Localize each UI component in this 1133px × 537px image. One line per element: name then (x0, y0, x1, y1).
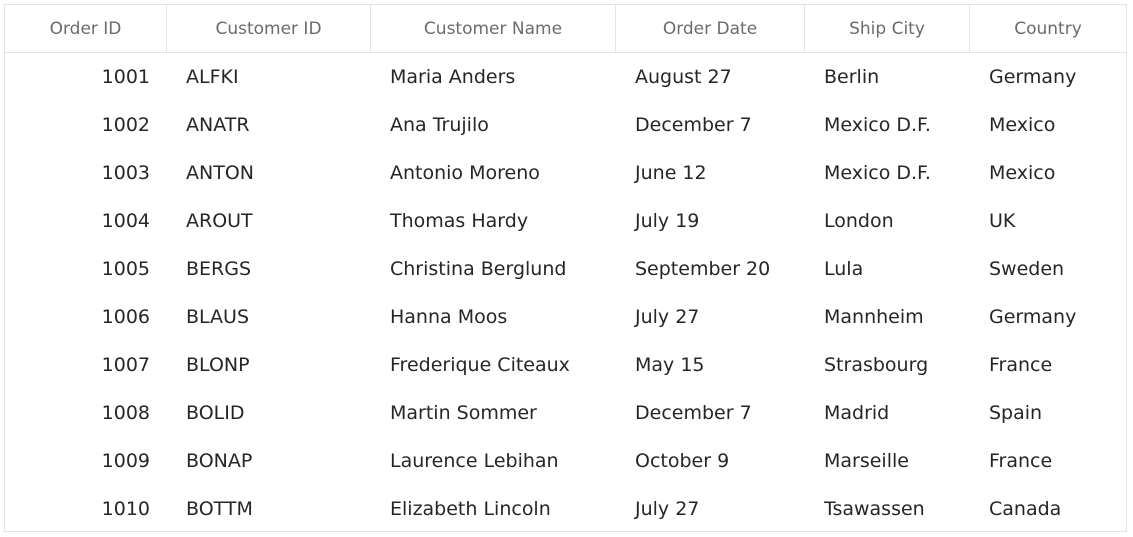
table-row[interactable]: 1006 BLAUS Hanna Moos July 27 Mannheim German… (5, 293, 1126, 341)
ship-city-cell[interactable]: London (805, 210, 970, 232)
table-row[interactable]: 1008 BOLID Martin Sommer December 7 Madrid Sp… (5, 389, 1126, 437)
ship-city-cell[interactable]: Tsawassen (805, 498, 970, 520)
country-cell[interactable]: UK (970, 210, 1126, 232)
order-id-cell[interactable]: 1007 (5, 354, 167, 376)
table-row[interactable]: 1005 BERGS Christina Berglund September 20 L… (5, 245, 1126, 293)
customer-id-cell[interactable]: BOLID (167, 402, 371, 424)
column-header-customer-name[interactable]: Customer Name (371, 5, 616, 52)
customer-name-cell[interactable]: Thomas Hardy (371, 210, 616, 232)
order-date-cell[interactable]: October 9 (616, 450, 805, 472)
order-id-cell[interactable]: 1009 (5, 450, 167, 472)
table-row[interactable]: 1003 ANTON Antonio Moreno June 12 Mexico D.F… (5, 149, 1126, 197)
customer-id-cell[interactable]: AROUT (167, 210, 371, 232)
order-date-cell[interactable]: September 20 (616, 258, 805, 280)
customer-name-cell[interactable]: Antonio Moreno (371, 162, 616, 184)
table-row[interactable]: 1007 BLONP Frederique Citeaux May 15 Strasbo… (5, 341, 1126, 389)
country-cell[interactable]: Germany (970, 306, 1126, 328)
order-id-cell[interactable]: 1001 (5, 66, 167, 88)
ship-city-cell[interactable]: Lula (805, 258, 970, 280)
customer-id-cell[interactable]: BOTTM (167, 498, 371, 520)
table-row[interactable]: 1004 AROUT Thomas Hardy July 19 London UK (5, 197, 1126, 245)
country-cell[interactable]: Sweden (970, 258, 1126, 280)
column-header-customer-id[interactable]: Customer ID (167, 5, 371, 52)
order-id-cell[interactable]: 1004 (5, 210, 167, 232)
ship-city-cell[interactable]: Mexico D.F. (805, 114, 970, 136)
customer-id-cell[interactable]: ANTON (167, 162, 371, 184)
customer-id-cell[interactable]: BERGS (167, 258, 371, 280)
column-header-order-id[interactable]: Order ID (5, 5, 167, 52)
order-id-cell[interactable]: 1010 (5, 498, 167, 520)
column-header-order-date[interactable]: Order Date (616, 5, 805, 52)
customer-name-cell[interactable]: Christina Berglund (371, 258, 616, 280)
ship-city-cell[interactable]: Marseille (805, 450, 970, 472)
customer-name-cell[interactable]: Elizabeth Lincoln (371, 498, 616, 520)
order-id-cell[interactable]: 1006 (5, 306, 167, 328)
customer-name-cell[interactable]: Martin Sommer (371, 402, 616, 424)
ship-city-cell[interactable]: Mannheim (805, 306, 970, 328)
country-cell[interactable]: Canada (970, 498, 1126, 520)
country-cell[interactable]: Germany (970, 66, 1126, 88)
customer-id-cell[interactable]: ANATR (167, 114, 371, 136)
order-date-cell[interactable]: August 27 (616, 66, 805, 88)
customer-name-cell[interactable]: Maria Anders (371, 66, 616, 88)
column-header-country[interactable]: Country (970, 5, 1126, 52)
table-row[interactable]: 1001 ALFKI Maria Anders August 27 Berlin Germ… (5, 53, 1126, 101)
order-id-cell[interactable]: 1003 (5, 162, 167, 184)
table-row[interactable]: 1010 BOTTM Elizabeth Lincoln July 27 Tsawass… (5, 485, 1126, 531)
grid-body: 1001 ALFKI Maria Anders August 27 Berlin Germ… (5, 53, 1126, 531)
ship-city-cell[interactable]: Strasbourg (805, 354, 970, 376)
order-date-cell[interactable]: July 27 (616, 306, 805, 328)
order-id-cell[interactable]: 1002 (5, 114, 167, 136)
order-date-cell[interactable]: December 7 (616, 402, 805, 424)
ship-city-cell[interactable]: Mexico D.F. (805, 162, 970, 184)
customer-id-cell[interactable]: BONAP (167, 450, 371, 472)
country-cell[interactable]: France (970, 450, 1126, 472)
customer-id-cell[interactable]: BLONP (167, 354, 371, 376)
customer-id-cell[interactable]: ALFKI (167, 66, 371, 88)
ship-city-cell[interactable]: Berlin (805, 66, 970, 88)
grid-header: Order ID Customer ID Customer Name Order… (5, 5, 1126, 53)
order-date-cell[interactable]: May 15 (616, 354, 805, 376)
table-row[interactable]: 1009 BONAP Laurence Lebihan October 9 Marsei… (5, 437, 1126, 485)
customer-name-cell[interactable]: Frederique Citeaux (371, 354, 616, 376)
country-cell[interactable]: Spain (970, 402, 1126, 424)
data-grid: Order ID Customer ID Customer Name Order… (4, 4, 1127, 532)
customer-name-cell[interactable]: Hanna Moos (371, 306, 616, 328)
order-id-cell[interactable]: 1005 (5, 258, 167, 280)
ship-city-cell[interactable]: Madrid (805, 402, 970, 424)
customer-id-cell[interactable]: BLAUS (167, 306, 371, 328)
customer-name-cell[interactable]: Ana Trujilo (371, 114, 616, 136)
order-date-cell[interactable]: December 7 (616, 114, 805, 136)
table-row[interactable]: 1002 ANATR Ana Trujilo December 7 Mexico D.F… (5, 101, 1126, 149)
country-cell[interactable]: Mexico (970, 114, 1126, 136)
column-header-ship-city[interactable]: Ship City (805, 5, 970, 52)
customer-name-cell[interactable]: Laurence Lebihan (371, 450, 616, 472)
order-date-cell[interactable]: June 12 (616, 162, 805, 184)
order-id-cell[interactable]: 1008 (5, 402, 167, 424)
country-cell[interactable]: Mexico (970, 162, 1126, 184)
country-cell[interactable]: France (970, 354, 1126, 376)
order-date-cell[interactable]: July 19 (616, 210, 805, 232)
order-date-cell[interactable]: July 27 (616, 498, 805, 520)
